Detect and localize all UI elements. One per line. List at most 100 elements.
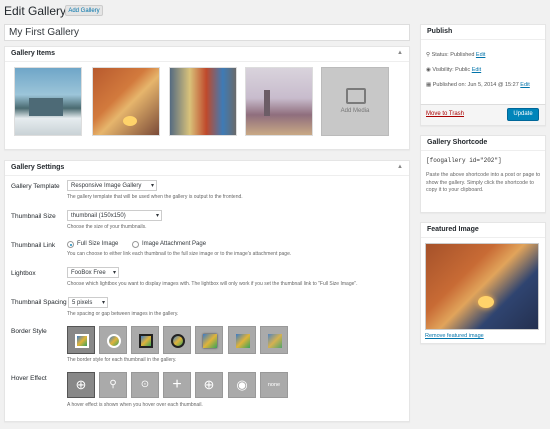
- lightbox-label: Lightbox: [11, 270, 36, 277]
- spacing-select[interactable]: 5 pixels ▾: [68, 297, 108, 308]
- gallery-thumbnail[interactable]: [92, 67, 160, 136]
- border-style-option[interactable]: [195, 326, 223, 354]
- visibility-label: Visibility:: [432, 67, 454, 73]
- caret-up-icon[interactable]: ▲: [397, 164, 403, 170]
- plus-icon: +: [172, 376, 182, 393]
- radio-attachment-page[interactable]: [132, 241, 139, 248]
- spacing-help: The spacing or gap between images in the…: [67, 311, 179, 317]
- add-media-button[interactable]: Add Media: [321, 67, 389, 136]
- border-style-swatch: [139, 334, 153, 348]
- visibility-edit-link[interactable]: Edit: [472, 67, 481, 73]
- thumbnail-size-value: thumbnail (150x150): [71, 213, 126, 219]
- gallery-title-input[interactable]: My First Gallery: [4, 24, 410, 41]
- featured-image-header[interactable]: Featured Image: [421, 223, 545, 238]
- gallery-items-header[interactable]: Gallery Items ▲: [5, 47, 409, 62]
- hover-search-option[interactable]: ⚲: [99, 372, 127, 398]
- move-to-trash-link[interactable]: Move to Trash: [426, 111, 464, 117]
- status-label: Status:: [431, 52, 449, 58]
- featured-image-light: [478, 296, 494, 308]
- published-label: Published on:: [432, 82, 467, 88]
- lightbox-help: Choose which lightbox you want to displa…: [67, 281, 358, 287]
- hover-none-option[interactable]: none: [260, 372, 288, 398]
- template-help: The gallery template that will be used w…: [67, 194, 243, 200]
- gallery-items-title: Gallery Items: [11, 50, 55, 57]
- thumbnail-size-select[interactable]: thumbnail (150x150) ▾: [67, 210, 162, 221]
- lightbox-select[interactable]: FooBox Free ▾: [67, 267, 119, 278]
- hover-effect-label: Hover Effect: [11, 375, 47, 382]
- thumbnail-size-help: Choose the size of your thumbnails.: [67, 224, 147, 230]
- template-value: Responsive Image Gallery: [71, 183, 142, 189]
- publish-header[interactable]: Publish: [421, 25, 545, 40]
- border-style-option[interactable]: [228, 326, 256, 354]
- border-style-option[interactable]: [67, 326, 95, 354]
- border-style-option[interactable]: [99, 326, 127, 354]
- gallery-thumbnail[interactable]: [169, 67, 237, 136]
- status-edit-link[interactable]: Edit: [476, 52, 485, 58]
- visibility-value: Public: [455, 67, 471, 73]
- lightbox-value: FooBox Free: [71, 270, 106, 276]
- status-row: ⚲ Status: Published Edit: [426, 52, 485, 58]
- caret-up-icon[interactable]: ▲: [397, 50, 403, 56]
- gallery-settings-title: Gallery Settings: [11, 164, 65, 171]
- thumbnail-size-label: Thumbnail Size: [11, 213, 56, 220]
- gallery-thumbnail[interactable]: [245, 67, 313, 136]
- update-button[interactable]: Update: [507, 108, 539, 121]
- hover-plus-option[interactable]: +: [163, 372, 191, 398]
- shortcode-header[interactable]: Gallery Shortcode: [421, 136, 545, 151]
- border-style-swatch: [236, 334, 250, 348]
- border-style-swatch: [107, 334, 121, 348]
- hover-none-label: none: [267, 382, 281, 388]
- chevron-down-icon: ▾: [150, 183, 154, 189]
- border-style-option[interactable]: [131, 326, 159, 354]
- radio-full-size-label: Full Size Image: [77, 241, 119, 247]
- featured-image-title: Featured Image: [427, 226, 479, 233]
- thumbnail-building: [29, 98, 63, 116]
- image-icon: [346, 88, 366, 104]
- hover-search-plus-option[interactable]: ⊙: [131, 372, 159, 398]
- circle-plus-icon: ⊕: [203, 377, 215, 392]
- thumbnail-link-label: Thumbnail Link: [11, 242, 56, 249]
- border-style-swatch: [75, 334, 89, 348]
- publish-title: Publish: [427, 28, 453, 35]
- pin-icon: ⚲: [426, 52, 431, 58]
- border-style-option[interactable]: [163, 326, 191, 354]
- add-gallery-button[interactable]: Add Gallery: [65, 5, 103, 16]
- page-title: Edit Gallery: [4, 4, 67, 18]
- search-plus-icon: ⊙: [140, 379, 150, 390]
- gallery-thumbnail[interactable]: [14, 67, 82, 136]
- shortcode-help: Paste the above shortcode into a post or…: [426, 172, 541, 193]
- published-edit-link[interactable]: Edit: [520, 82, 529, 88]
- featured-image[interactable]: [425, 243, 539, 330]
- hover-zoom-option[interactable]: ⊕: [67, 372, 95, 398]
- published-row: ▦ Published on: Jun 5, 2014 @ 15:27 Edit: [426, 81, 542, 89]
- thumbnail-link-help: You can choose to either link each thumb…: [67, 251, 292, 257]
- hover-effect-help: A hover effect is shown when you hover o…: [67, 402, 203, 408]
- border-style-swatch: [203, 334, 217, 348]
- radio-full-size[interactable]: [67, 241, 74, 248]
- border-style-swatch: [171, 334, 185, 348]
- border-style-help: The border style for each thumbnail in t…: [67, 357, 177, 363]
- spacing-value: 5 pixels: [72, 300, 93, 306]
- status-value: Published: [450, 52, 475, 58]
- template-label: Gallery Template: [11, 183, 60, 190]
- shortcode-title: Gallery Shortcode: [427, 139, 488, 146]
- visibility-row: ◉ Visibility: Public Edit: [426, 67, 481, 73]
- thumbnail-light: [123, 116, 137, 126]
- remove-featured-image-link[interactable]: Remove featured image: [425, 333, 484, 339]
- border-style-option[interactable]: [260, 326, 288, 354]
- template-select[interactable]: Responsive Image Gallery ▾: [67, 180, 157, 191]
- hover-eye-option[interactable]: ◉: [228, 372, 256, 398]
- calendar-icon: ▦: [426, 82, 432, 88]
- zoom-in-icon: ⊕: [75, 377, 87, 392]
- border-style-swatch: [268, 334, 282, 348]
- hover-circle-plus-option[interactable]: ⊕: [195, 372, 223, 398]
- chevron-down-icon: ▾: [155, 213, 159, 219]
- gallery-settings-header[interactable]: Gallery Settings ▲: [5, 161, 409, 176]
- shortcode-text[interactable]: [foogallery id="202"]: [426, 157, 502, 164]
- search-icon: ⚲: [109, 379, 117, 390]
- published-value: Jun 5, 2014 @ 15:27: [467, 82, 519, 88]
- chevron-down-icon: ▾: [112, 270, 116, 276]
- chevron-down-icon: ▾: [101, 300, 105, 306]
- radio-attachment-page-label: Image Attachment Page: [142, 241, 207, 247]
- add-media-label: Add Media: [340, 108, 370, 114]
